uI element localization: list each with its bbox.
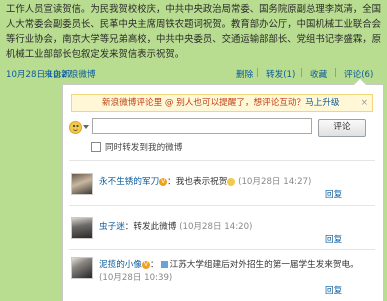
banner-text: 新浪微博评论里 @ 别人也可以提醒了，想评论互动？: [102, 98, 306, 108]
verified-badge-icon: V: [159, 177, 168, 186]
upgrade-link[interactable]: 马上升级: [305, 98, 339, 108]
separator: |: [334, 68, 337, 78]
smiley-icon[interactable]: [69, 121, 82, 134]
forward-link[interactable]: 转发(1): [266, 68, 295, 80]
comment-text: 我也表示祝贺: [175, 177, 228, 187]
reply-link[interactable]: 回复: [325, 234, 342, 247]
avatar[interactable]: [71, 217, 93, 239]
comment-input[interactable]: [92, 118, 312, 134]
chevron-down-icon[interactable]: [83, 125, 89, 129]
smiley-icon: [227, 177, 236, 186]
comment-text: 转发此微博: [133, 222, 177, 232]
favorite-link[interactable]: 收藏: [310, 68, 327, 80]
panel-caret: [353, 78, 367, 85]
comment-user[interactable]: 虫子迷: [99, 222, 125, 232]
avatar[interactable]: [71, 257, 93, 279]
comment-panel: 新浪微博评论里 @ 别人也可以提醒了，想评论互动？马上升级 × 评论 同时转发到…: [62, 78, 384, 301]
comment-user[interactable]: 永不生锈的军刀: [99, 177, 159, 187]
reply-link[interactable]: 回复: [325, 285, 342, 298]
checkbox-icon[interactable]: [91, 142, 101, 152]
avatar[interactable]: [71, 173, 93, 195]
also-forward-label[interactable]: 同时转发到我的微博: [105, 141, 182, 153]
comment-item: 虫子迷：转发此微博 (10月28日 14:20): [99, 222, 253, 232]
divider: [69, 205, 375, 206]
comment-submit-button[interactable]: 评论: [318, 119, 366, 137]
post-meta-row: 10月28日 10:27 来自新浪微博 删除 | 转发(1) | 收藏 | 评论…: [0, 68, 387, 82]
comment-time: (10月28日 14:20): [179, 222, 253, 232]
verified-badge-icon: V: [141, 260, 150, 269]
comment-item: 永不生锈的军刀 V ：我也表示祝贺 (10月28日 14:27): [99, 177, 312, 187]
post-text: 工作人员宣读贺信。为民我贺校校庆，中共中央政治局常委、国务院原副总理李岚清，全国…: [6, 4, 382, 60]
comment-text: 江苏大学组建后对外招生的第一届学生发来贺电。: [169, 260, 359, 270]
close-icon[interactable]: ×: [361, 95, 368, 111]
divider: [69, 249, 375, 250]
separator: |: [256, 68, 259, 78]
separator: |: [300, 68, 303, 78]
image-icon: [160, 261, 168, 268]
upgrade-banner: 新浪微博评论里 @ 别人也可以提醒了，想评论互动？马上升级 ×: [71, 94, 373, 112]
post-source-link[interactable]: 来自新浪微博: [44, 68, 96, 80]
comment-user[interactable]: 泥揽的小像: [99, 260, 142, 270]
delete-link[interactable]: 删除: [236, 68, 253, 80]
comment-item: 泥揽的小像 V：江苏大学组建后对外招生的第一届学生发来贺电。(10月28日 10:…: [99, 260, 359, 283]
comment-time: (10月28日 14:27): [238, 177, 312, 187]
reply-link[interactable]: 回复: [325, 189, 342, 202]
divider: [69, 160, 375, 161]
comment-time: (10月28日 10:39): [99, 273, 173, 283]
